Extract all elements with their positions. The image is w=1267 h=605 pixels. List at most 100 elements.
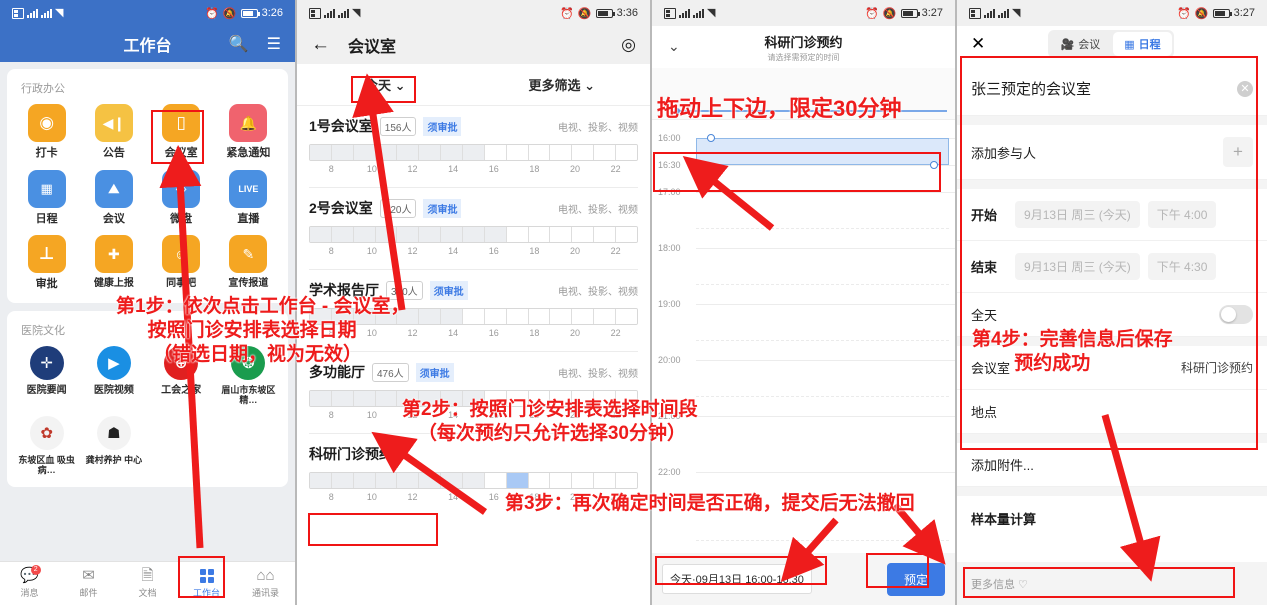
chevron-down-icon[interactable]: ⌄ (668, 38, 680, 55)
room-header: 学术报告厅 300人 须审批 电视、投影、视频 (309, 280, 638, 300)
phone-screen-workbench: ◥ ⏰ 🔕 3:26 工作台 🔍 ☰ 行政办公 ◉ 打卡 ◀❙ 公告 ▯ 会议室… (0, 0, 295, 605)
tab-messages[interactable]: 💬 2 消息 (0, 562, 59, 605)
availability-bar[interactable] (309, 144, 638, 161)
location-row[interactable]: 地点 (957, 390, 1267, 434)
app-tile-disk[interactable]: ◈ 微盘 (148, 169, 215, 226)
filter-icon[interactable]: ☰ (267, 34, 281, 54)
end-label: 结束 (971, 260, 998, 275)
status-bar: ◥ ⏰ 🔕 3:36 (297, 0, 650, 26)
availability-bar[interactable] (309, 308, 638, 325)
hour-ticks: 8 10 12 14 16 18 20 22 (309, 164, 638, 174)
app-tile-blood[interactable]: ✿ 东坡区血 吸虫病… (13, 415, 80, 476)
status-left-icons: ◥ (309, 7, 360, 19)
app-tile-health[interactable]: ✚ 健康上报 (80, 235, 147, 291)
allday-toggle[interactable] (1219, 305, 1253, 324)
app-tile-union[interactable]: ⊕ 工会之家 (148, 345, 215, 406)
filter-date[interactable]: 今天 ⌄ (297, 75, 474, 94)
tick: 10 (366, 246, 377, 256)
tab-contacts[interactable]: ⌂⌂ 通讯录 (236, 562, 295, 605)
app-tile-live[interactable]: LIVE 直播 (215, 169, 282, 226)
tick: 16 (488, 246, 499, 256)
signal-icon-1 (324, 8, 335, 18)
availability-bar[interactable] (309, 226, 638, 243)
add-participant-row[interactable]: 添加参与人 + (957, 125, 1267, 180)
app-tile-video[interactable]: ▶ 医院视频 (80, 345, 147, 406)
back-arrow-icon[interactable]: ← (311, 34, 330, 56)
book-button[interactable]: 预定 (886, 562, 945, 596)
app-tile-approval[interactable]: ⊥ 审批 (13, 235, 80, 291)
selected-time-block[interactable] (696, 134, 949, 169)
tab-docs[interactable]: 🗎 文档 (118, 562, 177, 605)
day-strip[interactable] (652, 68, 955, 120)
status-left-icons: ◥ (664, 7, 715, 19)
start-date-value[interactable]: 9月13日 周三 (今天) (1015, 201, 1140, 228)
availability-bar[interactable] (309, 472, 638, 489)
selection-summary: 今天·09月13日 16:00-16:30 (662, 564, 812, 594)
app-tile-urgent[interactable]: 🔔 紧急通知 (215, 104, 282, 160)
filter-more-label: 更多筛选 (528, 78, 581, 93)
sample-calc-label: 样本量计算 (971, 511, 1037, 527)
close-icon[interactable]: ✕ (971, 34, 985, 54)
tick: 16 (488, 492, 499, 502)
app-tile-dakai[interactable]: ◉ 打卡 (13, 104, 80, 160)
app-tile-dongpo[interactable]: ❂ 眉山市东坡区精… (215, 345, 282, 406)
clear-icon[interactable]: ✕ (1237, 80, 1253, 97)
end-date-value[interactable]: 9月13日 周三 (今天) (1015, 253, 1140, 280)
title-field-row[interactable]: 张三预定的会议室 ✕ (957, 62, 1267, 116)
search-icon[interactable]: 🔍 (229, 34, 249, 54)
timeline-grid[interactable]: 16:00 16:30 17:00 18:00 19:00 20:00 21:0… (652, 120, 955, 450)
app-tile-schedule[interactable]: ▦ 日程 (13, 169, 80, 226)
hour-label: 18:00 (658, 243, 681, 253)
app-tile-publicity[interactable]: ✎ 宣传报道 (215, 235, 282, 291)
page-title: 会议室 (348, 39, 397, 56)
room-header: 多功能厅 476人 须审批 电视、投影、视频 (309, 362, 638, 382)
availability-bar[interactable] (309, 390, 638, 407)
app-label: 日程 (35, 212, 58, 225)
doc-icon: 🗎 (141, 567, 154, 584)
tab-label: 工作台 (192, 587, 220, 598)
status-right-icons: ⏰ 🔕 3:27 (1177, 7, 1255, 20)
end-row[interactable]: 结束 9月13日 周三 (今天) 下午 4:30 (957, 241, 1267, 293)
app-label: 同事吧 (166, 278, 197, 290)
calendar-icon: ▦ (27, 169, 66, 208)
drag-handle-top[interactable] (707, 134, 715, 142)
room-item-2[interactable]: 2号会议室 120人 须审批 电视、投影、视频 8 10 12 14 16 18… (297, 188, 650, 260)
plus-icon[interactable]: + (1223, 137, 1253, 167)
app-tile-meeting[interactable]: ⛰ 会议 (80, 169, 147, 226)
app-tile-colleagues[interactable]: ☺ 同事吧 (148, 235, 215, 291)
hour-label: 20:00 (658, 355, 681, 365)
app-label: 工会之家 (161, 384, 202, 396)
room-item-1[interactable]: 1号会议室 156人 须审批 电视、投影、视频 8 10 12 14 16 18… (297, 106, 650, 178)
app-tile-notice[interactable]: ◀❙ 公告 (80, 104, 147, 160)
segment-meeting[interactable]: 🎥 会议 (1050, 32, 1112, 56)
attachment-row[interactable]: 添加附件... (957, 443, 1267, 487)
start-time-value[interactable]: 下午 4:00 (1147, 201, 1217, 228)
drag-handle-bottom[interactable] (930, 161, 938, 169)
tick: 20 (570, 164, 581, 174)
room-item-3[interactable]: 学术报告厅 300人 须审批 电视、投影、视频 8 10 12 14 16 18… (297, 270, 650, 342)
app-tile-meetingroom[interactable]: ▯ 会议室 (148, 104, 215, 160)
bell-icon: 🔔 (229, 104, 268, 142)
start-row[interactable]: 开始 9月13日 周三 (今天) 下午 4:00 (957, 189, 1267, 241)
room-item-4[interactable]: 多功能厅 476人 须审批 电视、投影、视频 8 10 12 14 16 18 … (297, 352, 650, 424)
room-row[interactable]: 会议室 科研门诊预约 (957, 346, 1267, 390)
app-tile-news[interactable]: ✛ 医院要闻 (13, 345, 80, 406)
time-picker-header: ⌄ 科研门诊预约 请选择需预定的时间 (652, 26, 955, 68)
tick: 10 (366, 410, 377, 420)
alarm-icon: ⏰ (205, 7, 219, 20)
end-time-value[interactable]: 下午 4:30 (1147, 253, 1217, 280)
tab-workbench[interactable]: 工作台 (177, 562, 236, 605)
tab-mail[interactable]: ✉ 邮件 (59, 562, 118, 605)
workbench-body: 行政办公 ◉ 打卡 ◀❙ 公告 ▯ 会议室 🔔 紧急通知 ▦ 日程 ⛰ 会议 ◈ 微盘 LIV… (0, 62, 295, 605)
allday-row[interactable]: 全天 (957, 293, 1267, 337)
app-tile-nursing[interactable]: ☗ 龚村养护 中心 (80, 415, 147, 476)
room-item-5[interactable]: 科研门诊预约 8 10 12 14 16 18 20 22 (297, 434, 650, 506)
scan-icon[interactable]: ◎ (621, 35, 636, 55)
section-admin: 行政办公 ◉ 打卡 ◀❙ 公告 ▯ 会议室 🔔 紧急通知 ▦ 日程 ⛰ 会议 ◈ 微盘 LIV… (7, 69, 288, 303)
segment-label: 日程 (1138, 39, 1161, 51)
filter-more[interactable]: 更多筛选 ⌄ (474, 75, 651, 94)
segment-schedule[interactable]: ▦ 日程 (1113, 32, 1172, 56)
sample-calc-row[interactable]: 样本量计算 (957, 496, 1267, 540)
phone-screen-time-picker: ◥ ⏰ 🔕 3:27 ⌄ 科研门诊预约 请选择需预定的时间 16:00 16:3… (650, 0, 955, 605)
more-info-row[interactable]: 更多信息 ♡ (957, 562, 1267, 605)
